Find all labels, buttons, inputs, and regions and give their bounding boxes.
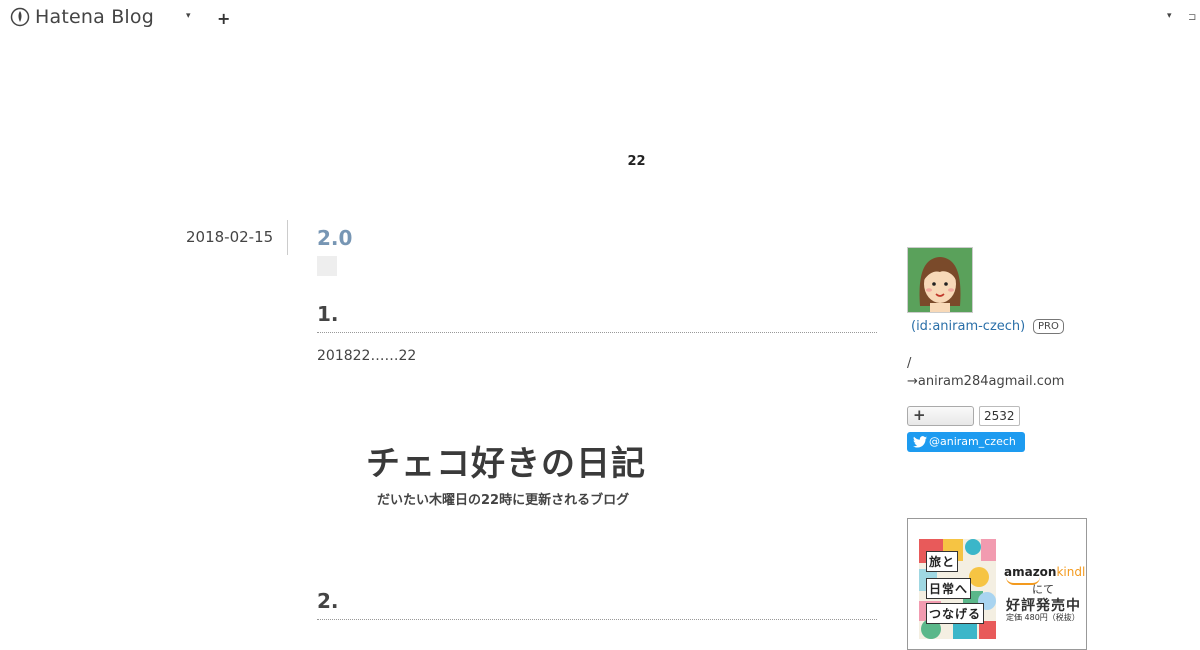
kindle-word: kindle <box>1056 565 1086 579</box>
top-navbar: Hatena Blog ▾ + ▾ ⊐ <box>0 0 1200 36</box>
hatena-blog-logo[interactable]: Hatena Blog <box>10 6 154 28</box>
entry-title[interactable]: 2.0 <box>317 226 352 250</box>
section-divider-1 <box>317 332 877 333</box>
section-heading-2: 2. <box>317 589 339 613</box>
embedded-blog-subtitle: だいたい木曜日の22時に更新されるブログ <box>377 493 630 508</box>
section-divider-2 <box>317 619 877 620</box>
section-heading-1: 1. <box>317 302 339 326</box>
plus-icon: + <box>913 406 926 424</box>
follower-count[interactable]: 2532 <box>979 406 1020 426</box>
entry-body-text: 201822……22 <box>317 348 417 364</box>
kindle-book-ad[interactable]: 旅と 日常へ つなげる amazonkindle にて 好評発売中 定価 480… <box>907 518 1087 650</box>
broken-image-placeholder <box>317 256 337 276</box>
ad-price-text: 定価 480円（税抜） <box>1006 613 1080 622</box>
twitter-bird-icon <box>913 436 927 448</box>
contact-email: →aniram284agmail.com <box>907 374 1065 389</box>
profile-separator: / <box>907 356 912 371</box>
avatar-face-icon <box>908 248 972 312</box>
book-title-line-2: 日常へ <box>926 578 972 599</box>
author-id-link[interactable]: (id:aniram-czech) <box>911 319 1025 334</box>
author-avatar[interactable] <box>907 247 973 313</box>
blog-title[interactable]: 22 <box>0 154 1200 169</box>
book-title-line-1: 旅と <box>926 551 959 572</box>
hatena-logo-icon <box>10 7 30 27</box>
follow-button[interactable]: + <box>907 406 974 426</box>
user-menu-dropdown-icon[interactable]: ▾ <box>1167 11 1172 21</box>
embedded-blog-title[interactable]: チェコ好きの日記 <box>366 436 646 485</box>
entry-date[interactable]: 2018-02-15 <box>186 228 273 246</box>
pro-badge: PRO <box>1033 319 1064 334</box>
logo-text: Hatena Blog <box>35 6 154 28</box>
blog-menu-dropdown-icon[interactable]: ▾ <box>186 11 191 21</box>
date-divider <box>287 220 288 255</box>
user-menu-icon[interactable]: ⊐ <box>1188 12 1196 23</box>
new-post-button[interactable]: + <box>217 9 230 28</box>
book-title-line-3: つなげる <box>926 603 985 624</box>
twitter-follow-button[interactable]: @aniram_czech <box>907 432 1025 452</box>
twitter-handle: @aniram_czech <box>929 435 1016 448</box>
